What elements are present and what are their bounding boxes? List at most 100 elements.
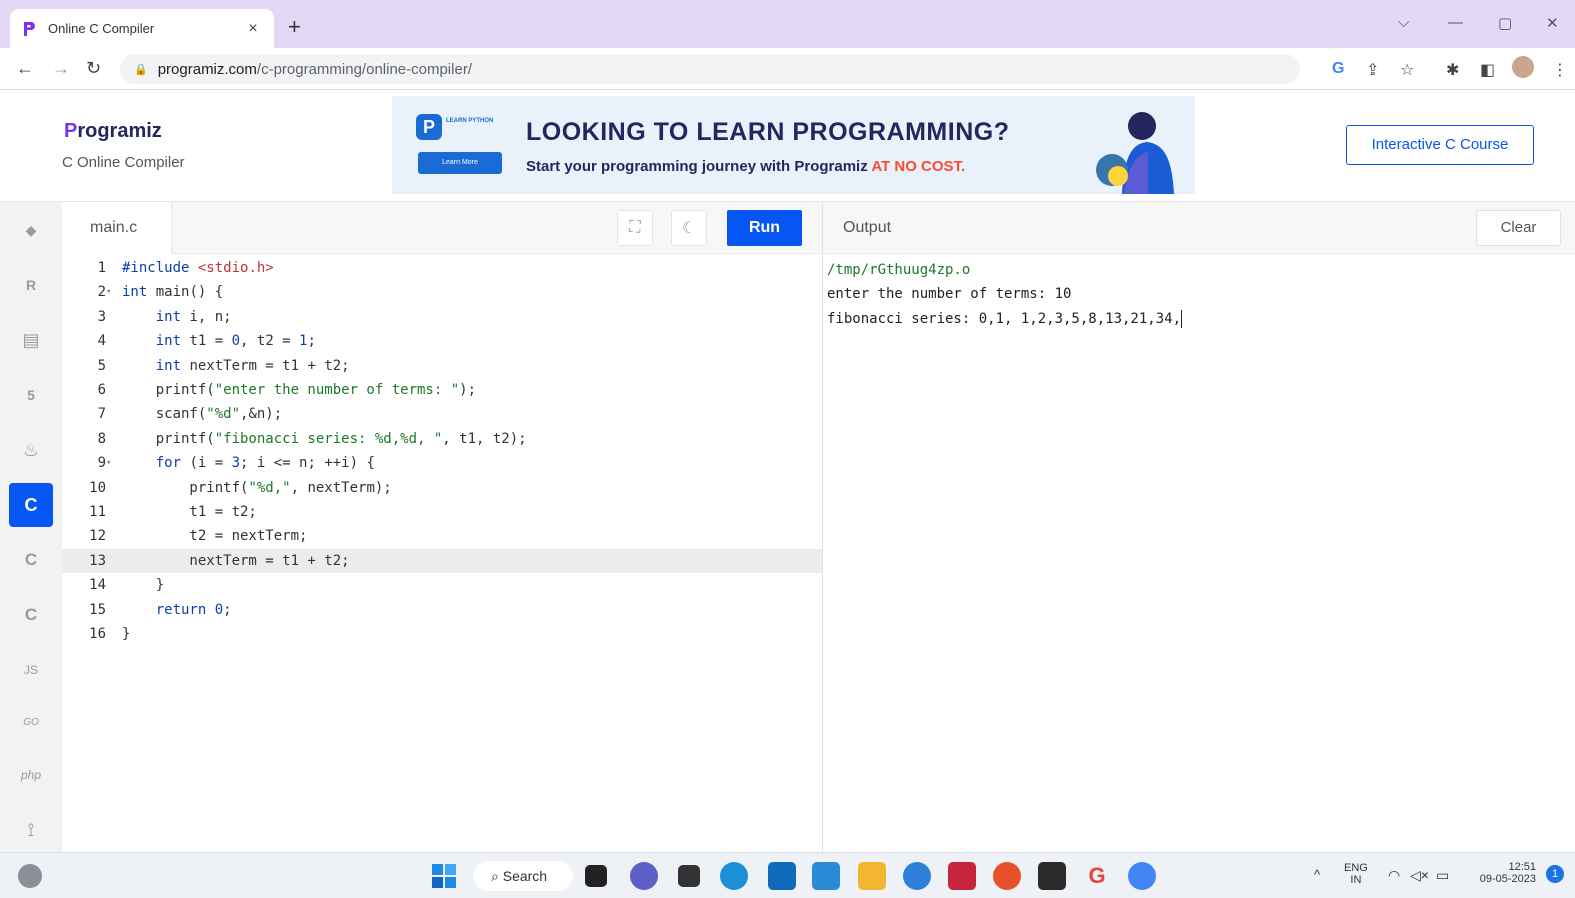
app-icon[interactable] [812,862,840,890]
url-host: programiz.com [157,60,257,78]
code-line: 10 printf("%d,", nextTerm); [89,479,392,496]
rail-c-icon[interactable]: C [9,483,53,527]
url-bar[interactable]: 🔒 programiz.com/c-programming/online-com… [120,54,1300,84]
rail-csharp-icon[interactable]: C [9,593,53,637]
clear-button[interactable]: Clear [1476,210,1561,246]
site-header: Programiz C Online Compiler P LEARN PYTH… [0,90,1575,202]
output-line: enter the number of terms: 10 [827,286,1072,303]
whatsapp-icon[interactable] [1038,862,1066,890]
code-line: 5 int nextTerm = t1 + t2; [97,357,350,374]
google-app-icon[interactable]: G [1083,862,1111,890]
code-editor[interactable]: 1 #include <stdio.h> 2 ▾ int main() { 3 int… [62,256,822,852]
volume-icon[interactable]: ◁× [1410,867,1429,884]
bookmark-star-icon[interactable]: ☆ [1400,60,1414,80]
code-line-active: 13 nextTerm = t1 + t2; [62,548,822,574]
new-tab-button[interactable]: + [288,16,301,38]
rail-java-icon[interactable]: ♨ [9,428,53,472]
reload-icon[interactable]: ↻ [86,58,101,79]
banner-mini-label: LEARN PYTHON [446,118,494,124]
side-panel-icon[interactable]: ◧ [1480,60,1495,80]
chrome-icon[interactable] [1128,862,1156,890]
rail-go-icon[interactable]: GO [9,700,53,744]
taskbar-search[interactable]: ⌕ Search [473,861,573,891]
forward-icon[interactable]: → [52,58,70,79]
code-line: 9 ▾ for (i = 3; i <= n; ++i) { [62,451,822,475]
fold-arrow-icon[interactable]: ▾ [106,280,118,304]
programiz-favicon-icon [22,21,36,37]
profile-avatar[interactable] [1512,56,1534,78]
rail-html-icon[interactable]: 5 [9,373,53,417]
battery-icon[interactable]: ▭ [1436,867,1449,884]
tray-chevron-icon[interactable]: ^ [1314,867,1320,882]
rail-cpp-icon[interactable]: C [9,538,53,582]
weather-widget-icon[interactable] [18,864,42,888]
banner-mini-button: Learn More [418,152,502,174]
edge-icon[interactable] [720,862,748,890]
windows-start-icon[interactable] [430,862,458,890]
banner-illustration-icon [1052,96,1195,194]
banner-mini-ad: P LEARN PYTHON Learn More [416,110,504,180]
code-line: 11 t1 = t2; [89,504,257,520]
rail-r-icon[interactable]: R [9,263,53,307]
clock[interactable]: 12:51 09-05-2023 [1470,861,1536,885]
rail-swift-icon[interactable]: ⟟ [9,808,53,852]
code-line: 6 printf("enter the number of terms: "); [97,382,477,398]
interactive-c-course-button[interactable]: Interactive C Course [1346,125,1534,165]
store-icon[interactable] [768,862,796,890]
output-title: Output [843,219,892,236]
code-line: 12 t2 = nextTerm; [89,528,308,545]
dark-mode-moon-icon[interactable]: ☾ [671,210,707,246]
code-line: 14 } [89,577,165,594]
maximize-icon[interactable]: ▢ [1498,14,1512,32]
file-explorer-icon[interactable] [858,862,886,890]
wifi-icon[interactable]: ◠ [1388,867,1400,884]
code-line: 7 scanf("%d",&n); [97,406,283,423]
code-line: 1 #include <stdio.h> [97,260,274,276]
rail-php-icon[interactable]: php [9,753,53,797]
programiz-logo[interactable]: Programiz [64,120,162,143]
code-line: 2 ▾ int main() { [62,280,822,304]
address-toolbar: ← → ↻ 🔒 programiz.com/c-programming/onli… [0,48,1575,90]
back-icon[interactable]: ← [16,58,34,79]
share-icon[interactable]: ⇪ [1366,60,1379,80]
menu-kebab-icon[interactable]: ⋮ [1552,60,1568,80]
output-console[interactable]: /tmp/rGthuug4zp.o enter the number of te… [822,254,1575,852]
mcafee-icon[interactable] [948,862,976,890]
os-taskbar: ⌕ Search G ^ ENG IN ◠ ◁× ▭ 12:51 09-05-202… [0,852,1575,898]
extensions-icon[interactable]: ✱ [1446,60,1459,80]
chrome-alt-icon[interactable] [993,862,1021,890]
rail-python-icon[interactable]: ◆ [9,208,53,252]
output-line-last: fibonacci series: 0,1, 1,2,3,5,8,13,21,3… [827,309,1183,328]
teams-icon[interactable] [630,862,658,890]
url-path: /c-programming/online-compiler/ [256,60,472,78]
tab-search-chevron-icon[interactable]: ⌵ [1398,14,1409,31]
output-line: /tmp/rGthuug4zp.o [827,262,971,278]
browser-tabstrip: Online C Compiler × + ⌵ — ▢ ✕ [0,0,1575,48]
fullscreen-icon[interactable]: ⛶ [617,210,653,246]
rail-sql-icon[interactable]: ▤ [9,318,53,362]
mail-app-icon[interactable] [678,865,700,887]
text-caret [1181,309,1183,328]
run-button[interactable]: Run [727,210,802,246]
editor-header: main.c ⛶ ☾ Run [62,202,825,254]
banner-subline: Start your programming journey with Prog… [526,158,966,175]
task-view-icon[interactable] [585,865,607,887]
tab-close-icon[interactable]: × [244,20,262,38]
close-window-icon[interactable]: ✕ [1546,14,1559,32]
promo-banner[interactable]: P LEARN PYTHON Learn More LOOKING TO LEA… [392,96,1195,194]
fold-arrow-icon[interactable]: ▾ [106,451,118,475]
code-line: 4 int t1 = 0, t2 = 1; [97,333,316,350]
code-line: 16} [89,626,131,642]
rail-js-icon[interactable]: JS [9,648,53,692]
search-icon: ⌕ [491,868,503,884]
google-icon[interactable]: G [1332,60,1344,78]
notification-badge[interactable]: 1 [1546,865,1564,883]
code-line: 15 return 0; [89,601,232,618]
app-icon[interactable] [903,862,931,890]
browser-tab[interactable]: Online C Compiler × [10,9,274,48]
banner-p-logo-icon: P [416,114,442,140]
output-header: Output Clear [822,202,1575,254]
file-tab-main-c[interactable]: main.c [62,202,172,254]
minimize-icon[interactable]: — [1448,14,1463,31]
language-indicator[interactable]: ENG IN [1344,862,1368,886]
